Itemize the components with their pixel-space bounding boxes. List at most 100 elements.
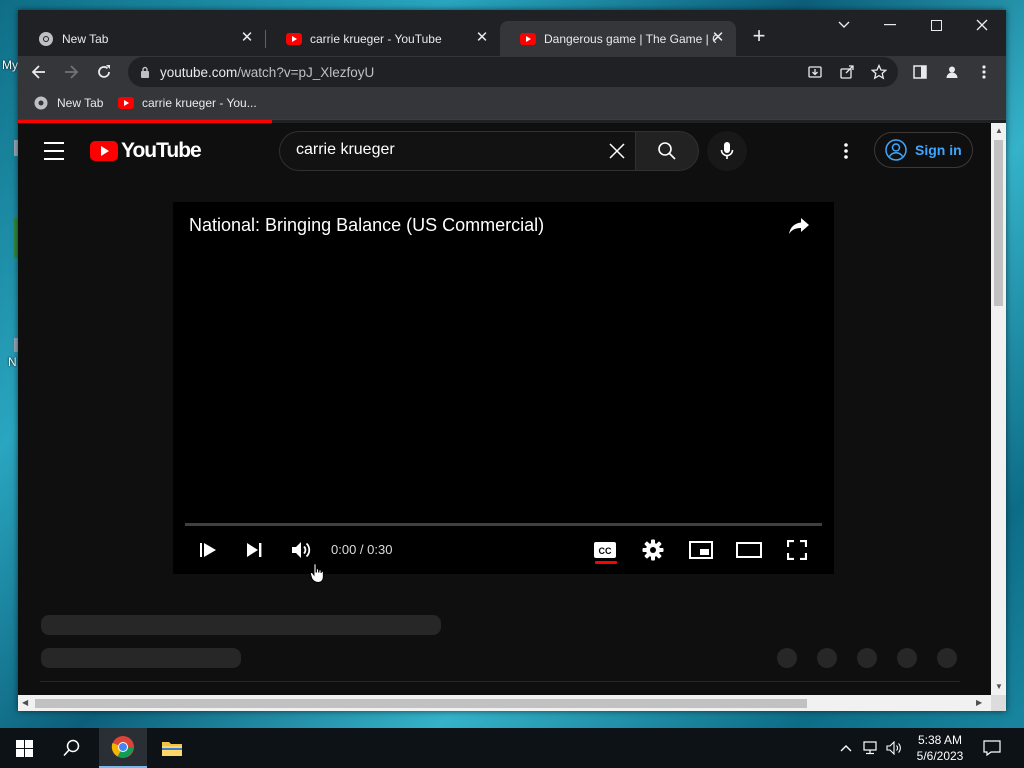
- address-bar[interactable]: youtube.com/watch?v=pJ_XlezfoyU: [128, 57, 898, 87]
- close-tab-icon[interactable]: ✕: [710, 30, 726, 46]
- taskbar-file-explorer[interactable]: [148, 728, 196, 768]
- youtube-icon: [520, 31, 536, 47]
- notifications-icon[interactable]: [978, 728, 1006, 768]
- speaker-icon[interactable]: [884, 728, 906, 768]
- mute-button[interactable]: [283, 536, 319, 564]
- system-clock[interactable]: 5:38 AM 5/6/2023: [910, 732, 970, 764]
- windows-logo-icon: [15, 739, 33, 757]
- sign-in-button[interactable]: Sign in: [874, 132, 973, 168]
- forward-button[interactable]: [58, 59, 84, 85]
- search-icon: [658, 142, 676, 160]
- chrome-icon: [111, 736, 134, 758]
- sign-in-label: Sign in: [915, 142, 962, 158]
- bookmark-new-tab[interactable]: New Tab: [33, 95, 103, 111]
- desktop-icon-label: My: [2, 58, 18, 72]
- theater-mode-button[interactable]: [731, 536, 767, 564]
- title-placeholder: [41, 615, 441, 635]
- youtube-icon: [118, 95, 134, 111]
- clock-time: 5:38 AM: [917, 733, 963, 747]
- scroll-right-icon[interactable]: ▶: [976, 698, 982, 708]
- start-button[interactable]: [0, 728, 48, 768]
- video-player[interactable]: National: Bringing Balance (US Commercia…: [173, 202, 834, 574]
- skip-next-icon: [247, 543, 262, 557]
- url-text: youtube.com/watch?v=pJ_XlezfoyU: [160, 65, 374, 80]
- clock-date: 5/6/2023: [916, 749, 964, 763]
- new-tab-button[interactable]: +: [746, 24, 772, 50]
- vertical-scroll-thumb[interactable]: [994, 140, 1003, 306]
- miniplayer-button[interactable]: [683, 536, 719, 564]
- lock-icon[interactable]: [140, 65, 150, 83]
- search-taskbar-button[interactable]: [48, 728, 96, 768]
- taskbar: 5:38 AM 5/6/2023: [0, 728, 1024, 768]
- close-tab-icon[interactable]: ✕: [474, 30, 490, 46]
- fullscreen-button[interactable]: [779, 536, 815, 564]
- bookmark-youtube[interactable]: carrie krueger - You...: [118, 95, 257, 111]
- theater-mode-icon: [736, 542, 762, 558]
- reload-button[interactable]: [91, 59, 117, 85]
- youtube-logo-icon: [90, 141, 118, 161]
- fullscreen-icon: [787, 540, 807, 560]
- closed-captions-icon: CC: [594, 542, 616, 558]
- maximize-button[interactable]: [913, 10, 959, 40]
- horizontal-scrollbar[interactable]: ◀ ▶: [18, 695, 991, 711]
- profile-icon[interactable]: [939, 59, 965, 85]
- divider: [40, 681, 960, 682]
- action-placeholder: [777, 648, 797, 668]
- tab-search-button[interactable]: [821, 10, 867, 40]
- show-hidden-icons-chevron-icon[interactable]: [835, 728, 857, 768]
- scroll-down-icon[interactable]: ▼: [995, 682, 1003, 692]
- gear-icon: [642, 539, 664, 561]
- scroll-left-icon[interactable]: ◀: [22, 698, 28, 708]
- taskbar-chrome[interactable]: [99, 728, 147, 768]
- tab-title: carrie krueger - YouTube: [310, 31, 442, 46]
- url-host: youtube.com: [160, 65, 238, 80]
- action-placeholder: [857, 648, 877, 668]
- subtitles-button[interactable]: CC: [587, 536, 623, 564]
- url-path: /watch?v=pJ_XlezfoyU: [237, 65, 375, 80]
- network-icon[interactable]: [860, 728, 882, 768]
- folder-icon: [162, 742, 182, 756]
- captions-active-indicator: [595, 561, 617, 564]
- tab-new-tab[interactable]: New Tab ✕: [18, 21, 265, 56]
- search-input[interactable]: [296, 141, 596, 159]
- tab-title: Dangerous game | The Game | G: [544, 31, 716, 46]
- settings-button[interactable]: [635, 536, 671, 564]
- video-progress-bar[interactable]: [185, 523, 822, 526]
- install-icon[interactable]: [802, 59, 828, 85]
- tab-strip: New Tab ✕ carrie krueger - YouTube ✕ Dan…: [18, 10, 1006, 56]
- share-page-icon[interactable]: [834, 59, 860, 85]
- back-button[interactable]: [26, 59, 52, 85]
- search-box: [279, 131, 636, 171]
- bookmarks-bar: New Tab carrie krueger - You...: [18, 88, 1006, 120]
- miniplayer-icon: [689, 541, 713, 559]
- bookmark-star-icon[interactable]: [866, 59, 892, 85]
- browser-menu-icon[interactable]: [971, 59, 997, 85]
- play-button[interactable]: [190, 536, 226, 564]
- scrollbar-corner: [991, 695, 1006, 711]
- volume-icon: [292, 542, 311, 558]
- browser-toolbar: youtube.com/watch?v=pJ_XlezfoyU: [18, 56, 1006, 88]
- action-placeholder: [897, 648, 917, 668]
- close-window-button[interactable]: [959, 10, 1005, 40]
- search-button[interactable]: [635, 131, 699, 171]
- tab-youtube-search[interactable]: carrie krueger - YouTube ✕: [266, 21, 500, 56]
- video-title[interactable]: National: Bringing Balance (US Commercia…: [189, 215, 544, 236]
- share-icon[interactable]: [784, 214, 814, 238]
- side-panel-icon[interactable]: [907, 59, 933, 85]
- scroll-up-icon[interactable]: ▲: [995, 126, 1003, 136]
- minimize-button[interactable]: [867, 10, 913, 40]
- next-button[interactable]: [236, 536, 272, 564]
- play-icon: [200, 543, 216, 557]
- tab-active-video[interactable]: Dangerous game | The Game | G ✕: [500, 21, 736, 56]
- youtube-icon: [286, 31, 302, 47]
- browser-window: New Tab ✕ carrie krueger - YouTube ✕ Dan…: [18, 10, 1006, 711]
- youtube-logo[interactable]: YouTube: [90, 139, 202, 163]
- voice-search-button[interactable]: [707, 131, 747, 171]
- vertical-scrollbar[interactable]: ▲ ▼: [991, 123, 1006, 695]
- clear-search-icon[interactable]: [605, 139, 629, 163]
- hamburger-menu-icon[interactable]: [42, 139, 66, 163]
- tab-title: New Tab: [62, 31, 109, 46]
- horizontal-scroll-thumb[interactable]: [35, 699, 807, 708]
- close-tab-icon[interactable]: ✕: [239, 30, 255, 46]
- more-options-icon[interactable]: [834, 139, 858, 163]
